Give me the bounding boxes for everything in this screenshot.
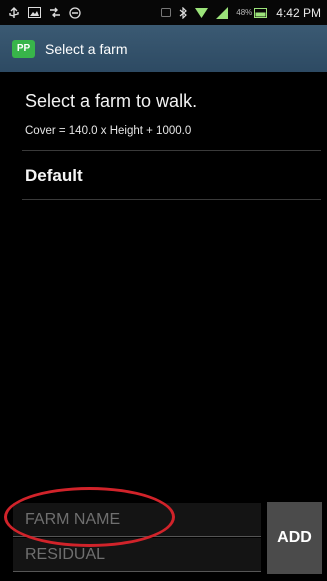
divider xyxy=(22,150,321,151)
status-time: 4:42 PM xyxy=(276,5,321,20)
residual-input[interactable] xyxy=(25,545,261,564)
farm-name-field xyxy=(13,503,261,537)
farm-list-item-label: Default xyxy=(25,166,83,185)
farm-list-item-default[interactable]: Default xyxy=(0,152,327,200)
add-button[interactable]: ADD xyxy=(267,502,322,574)
cover-formula: Cover = 140.0 x Height + 1000.0 xyxy=(25,125,192,137)
dnd-icon xyxy=(69,6,81,19)
nfc-icon xyxy=(161,8,172,17)
residual-field xyxy=(13,538,261,572)
sync-icon xyxy=(49,7,61,18)
status-bar: 48% 4:42 PM xyxy=(0,0,327,25)
image-icon xyxy=(28,7,41,18)
divider xyxy=(22,199,321,200)
action-bar: PP Select a farm xyxy=(0,25,327,72)
farm-name-input[interactable] xyxy=(25,510,261,529)
status-bar-left xyxy=(8,6,81,19)
usb-icon xyxy=(8,6,20,19)
wifi-icon xyxy=(195,7,209,19)
page-heading: Select a farm to walk. xyxy=(25,91,198,111)
status-bar-right: 48% 4:42 PM xyxy=(161,6,321,20)
app-logo-icon[interactable]: PP xyxy=(12,39,35,58)
battery-icon: 48% xyxy=(236,7,268,18)
battery-percent: 48% xyxy=(236,8,253,17)
bluetooth-icon xyxy=(179,6,188,19)
action-bar-title: Select a farm xyxy=(45,40,128,57)
signal-icon xyxy=(216,6,229,19)
